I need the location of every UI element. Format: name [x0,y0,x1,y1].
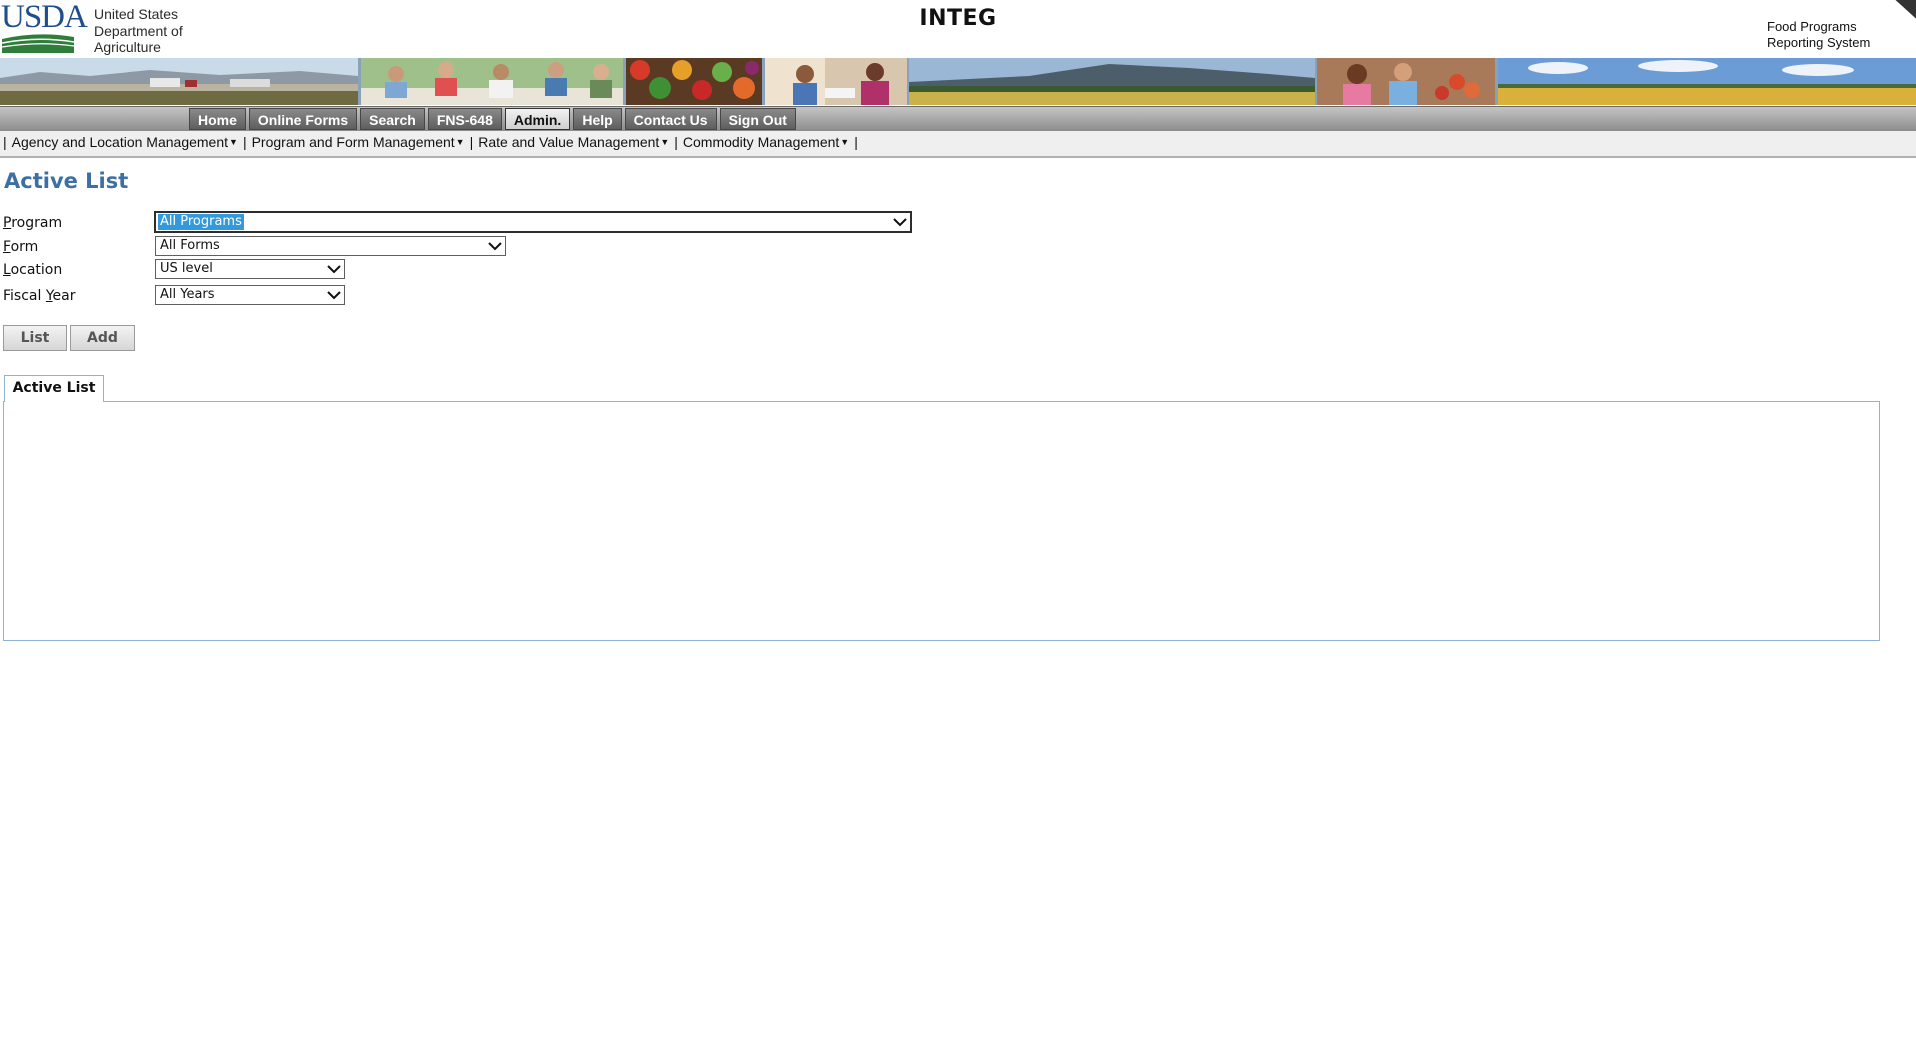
mountain-field-image [909,58,1315,105]
menu-commodity-management[interactable]: Commodity Management▼ [680,131,852,153]
separator: | [242,134,247,150]
active-list-panel [3,401,1880,641]
farm-landscape-image [0,58,358,105]
chevron-down-icon [488,242,502,251]
family-dining-image [361,58,623,105]
fiscal-year-select-value: All Years [160,287,215,302]
separator: | [3,134,7,150]
chevron-down-icon [327,291,341,300]
site-header: USDA United States Department of Agricul… [0,0,1916,58]
corner-fold-icon [1894,0,1916,20]
nav-admin[interactable]: Admin. [504,108,571,130]
location-label: Location [3,262,63,278]
usda-logo[interactable]: USDA [1,1,88,53]
chevron-down-icon [893,218,907,227]
admin-subnav: | Agency and Location Management▼ | Prog… [0,131,1916,158]
department-name: United States Department of Agriculture [94,6,183,55]
program-select[interactable]: All Programs [154,211,912,233]
add-button[interactable]: Add [70,325,135,351]
wheat-field-image [1498,58,1916,105]
nav-help[interactable]: Help [573,108,622,130]
menu-rate-value-management[interactable]: Rate and Value Management▼ [475,131,672,153]
nav-search[interactable]: Search [360,108,425,130]
main-nav: Home Online Forms Search FNS-648 Admin. … [0,106,1916,132]
fiscal-year-select[interactable]: All Years [155,285,345,305]
vegetables-image [626,58,762,105]
menu-program-form-management[interactable]: Program and Form Management▼ [249,131,468,153]
family-cooking-image [765,58,907,105]
location-select-value: US level [160,261,213,276]
dropdown-caret-icon: ▼ [660,137,670,147]
nav-sign-out[interactable]: Sign Out [719,108,796,130]
tab-active-list[interactable]: Active List [4,375,104,402]
dropdown-caret-icon: ▼ [229,137,238,147]
form-label: Form [3,239,39,255]
dropdown-caret-icon: ▼ [455,137,465,147]
nav-home[interactable]: Home [189,108,246,130]
child-fruit-image [1317,58,1495,105]
chevron-down-icon [327,265,341,274]
dropdown-caret-icon: ▼ [840,137,850,147]
separator: | [469,134,474,150]
program-label: Program [3,215,63,231]
nav-fns-648[interactable]: FNS-648 [427,108,502,130]
location-select[interactable]: US level [155,259,345,279]
usda-field-mark [2,34,74,53]
separator: | [854,134,858,150]
app-title: INTEG [919,6,997,31]
nav-contact-us[interactable]: Contact Us [624,108,717,130]
program-select-value: All Programs [158,214,244,230]
fiscal-year-label: Fiscal Year [3,288,76,304]
menu-agency-location-management[interactable]: Agency and Location Management▼ [9,131,241,153]
nav-online-forms[interactable]: Online Forms [248,108,358,130]
list-button[interactable]: List [3,325,67,351]
photo-banner [0,58,1916,105]
main-nav-tabs: Home Online Forms Search FNS-648 Admin. … [189,108,796,131]
usda-logo-text: USDA [1,0,88,35]
system-name: Food Programs Reporting System [1767,19,1871,50]
form-select-value: All Forms [160,238,220,253]
form-select[interactable]: All Forms [155,236,506,256]
page-title: Active List [4,169,129,193]
separator: | [674,134,678,150]
